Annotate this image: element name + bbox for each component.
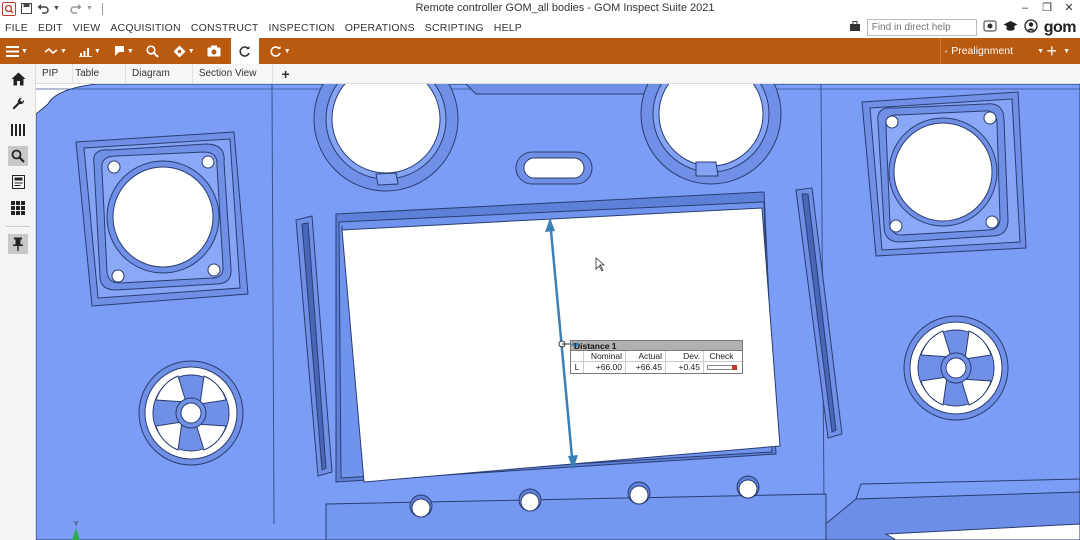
menu-help[interactable]: HELP — [489, 22, 527, 34]
svg-text:Y: Y — [73, 520, 79, 528]
menu-inspection[interactable]: INSPECTION — [264, 22, 340, 34]
report-icon[interactable] — [8, 172, 28, 192]
undo-icon[interactable] — [36, 2, 50, 16]
tab-table[interactable]: Table — [73, 63, 127, 84]
maximize-button[interactable]: ❐ — [1036, 0, 1058, 17]
camera-icon[interactable] — [203, 38, 225, 64]
chevron-down-icon: ▼ — [187, 47, 195, 55]
menu-bar: FILE EDIT VIEW ACQUISITION CONSTRUCT INS… — [0, 17, 1080, 38]
label-title: Distance 1 — [571, 341, 742, 351]
right-wheel — [903, 315, 1009, 421]
distance-label[interactable]: Distance 1 Nominal Actual Dev. Check L +… — [570, 340, 743, 374]
chevron-down-icon: ▼ — [1063, 47, 1070, 55]
left-wheel — [138, 360, 244, 466]
menu-acquisition[interactable]: ACQUISITION — [105, 22, 185, 34]
main-toolbar: ▼ ▼ ▼ ▼ ▼ ▼ Prealignment ▼ + ▼ — [0, 38, 1080, 64]
chart-tool-button[interactable]: ▼ — [75, 38, 105, 64]
home-icon[interactable] — [8, 69, 28, 89]
header-dev: Dev. — [666, 351, 704, 361]
menu-construct[interactable]: CONSTRUCT — [186, 22, 264, 34]
academy-icon[interactable] — [1003, 20, 1018, 35]
minimize-button[interactable]: – — [1014, 0, 1036, 17]
part-model: Y — [36, 84, 1080, 540]
row-prefix: L — [571, 362, 584, 373]
view-tab-bar: PIP Table Diagram Section View + — [36, 63, 1080, 84]
plus-icon: + — [1046, 40, 1058, 61]
wrench-icon[interactable] — [8, 94, 28, 114]
toolbox-icon[interactable] — [849, 20, 861, 35]
redo-dropdown-icon[interactable]: ▼ — [86, 5, 93, 12]
direct-help-search-input[interactable] — [866, 19, 977, 36]
curve-tool-button[interactable]: ▼ — [40, 38, 71, 64]
close-button[interactable]: ✕ — [1058, 0, 1080, 17]
app-icon — [2, 1, 16, 16]
refresh-button[interactable] — [230, 38, 259, 64]
menu-view[interactable]: VIEW — [68, 22, 106, 34]
left-sidebar — [0, 64, 36, 540]
add-element-button[interactable]: + ▼ — [1047, 38, 1070, 64]
menu-operations[interactable]: OPERATIONS — [340, 22, 420, 34]
grid-view-icon[interactable] — [8, 198, 28, 218]
header-nominal: Nominal — [584, 351, 626, 361]
hamburger-menu-button[interactable]: ▼ — [0, 38, 32, 64]
label-value-row: L +66.00 +66.45 +0.45 — [571, 362, 742, 373]
value-nominal: +66.00 — [584, 362, 626, 373]
chevron-down-icon: ▼ — [59, 47, 67, 55]
help-search-icon[interactable] — [983, 19, 997, 36]
label-tool-button[interactable]: ▼ — [109, 38, 138, 64]
alignment-label: Prealignment — [951, 45, 1014, 57]
3d-viewport[interactable]: Y Distance 1 Nominal Actual Dev. Check L… — [36, 84, 1080, 540]
menu-file[interactable]: FILE — [0, 22, 33, 34]
chevron-down-icon: ▼ — [93, 47, 101, 55]
label-header-row: Nominal Actual Dev. Check — [571, 342, 742, 362]
header-check: Check — [709, 351, 734, 361]
add-tab-button[interactable]: + — [273, 66, 297, 82]
save-icon[interactable] — [19, 2, 33, 16]
chevron-down-icon: ▼ — [126, 47, 134, 55]
inspect-search-icon[interactable] — [8, 146, 28, 166]
value-deviation: +0.45 — [666, 362, 704, 373]
user-account-icon[interactable] — [1024, 19, 1038, 36]
menu-edit[interactable]: EDIT — [33, 22, 68, 34]
tab-diagram[interactable]: Diagram — [126, 63, 193, 84]
chevron-down-icon: ▼ — [283, 47, 291, 55]
tab-pip[interactable]: PIP — [36, 63, 74, 84]
redo-icon[interactable] — [69, 2, 83, 16]
window-title: Remote controller GOM_all bodies - GOM I… — [415, 2, 715, 14]
chevron-down-icon: ▼ — [21, 47, 28, 55]
pin-icon[interactable] — [8, 234, 28, 254]
menu-scripting[interactable]: SCRIPTING — [420, 22, 489, 34]
zoom-tool-button[interactable] — [142, 38, 163, 64]
alignment-selector[interactable]: Prealignment ▼ — [940, 38, 1044, 64]
title-bar: ▼ ▼ Remote controller GOM_all bodies - G… — [0, 0, 1080, 17]
header-actual: Actual — [626, 351, 666, 361]
gom-logo: gom — [1043, 18, 1077, 36]
undo-dropdown-icon[interactable]: ▼ — [53, 5, 60, 12]
alignment-icon — [945, 50, 948, 52]
navigate-tool-button[interactable]: ▼ — [169, 38, 199, 64]
chevron-down-icon: ▼ — [1037, 47, 1044, 55]
value-actual: +66.45 — [626, 362, 666, 373]
check-indicator — [704, 362, 742, 373]
explorer-icon[interactable] — [8, 120, 28, 140]
distance-icon — [571, 342, 584, 361]
tab-section-view[interactable]: Section View — [193, 63, 274, 84]
recompute-button[interactable]: ▼ — [265, 38, 295, 64]
